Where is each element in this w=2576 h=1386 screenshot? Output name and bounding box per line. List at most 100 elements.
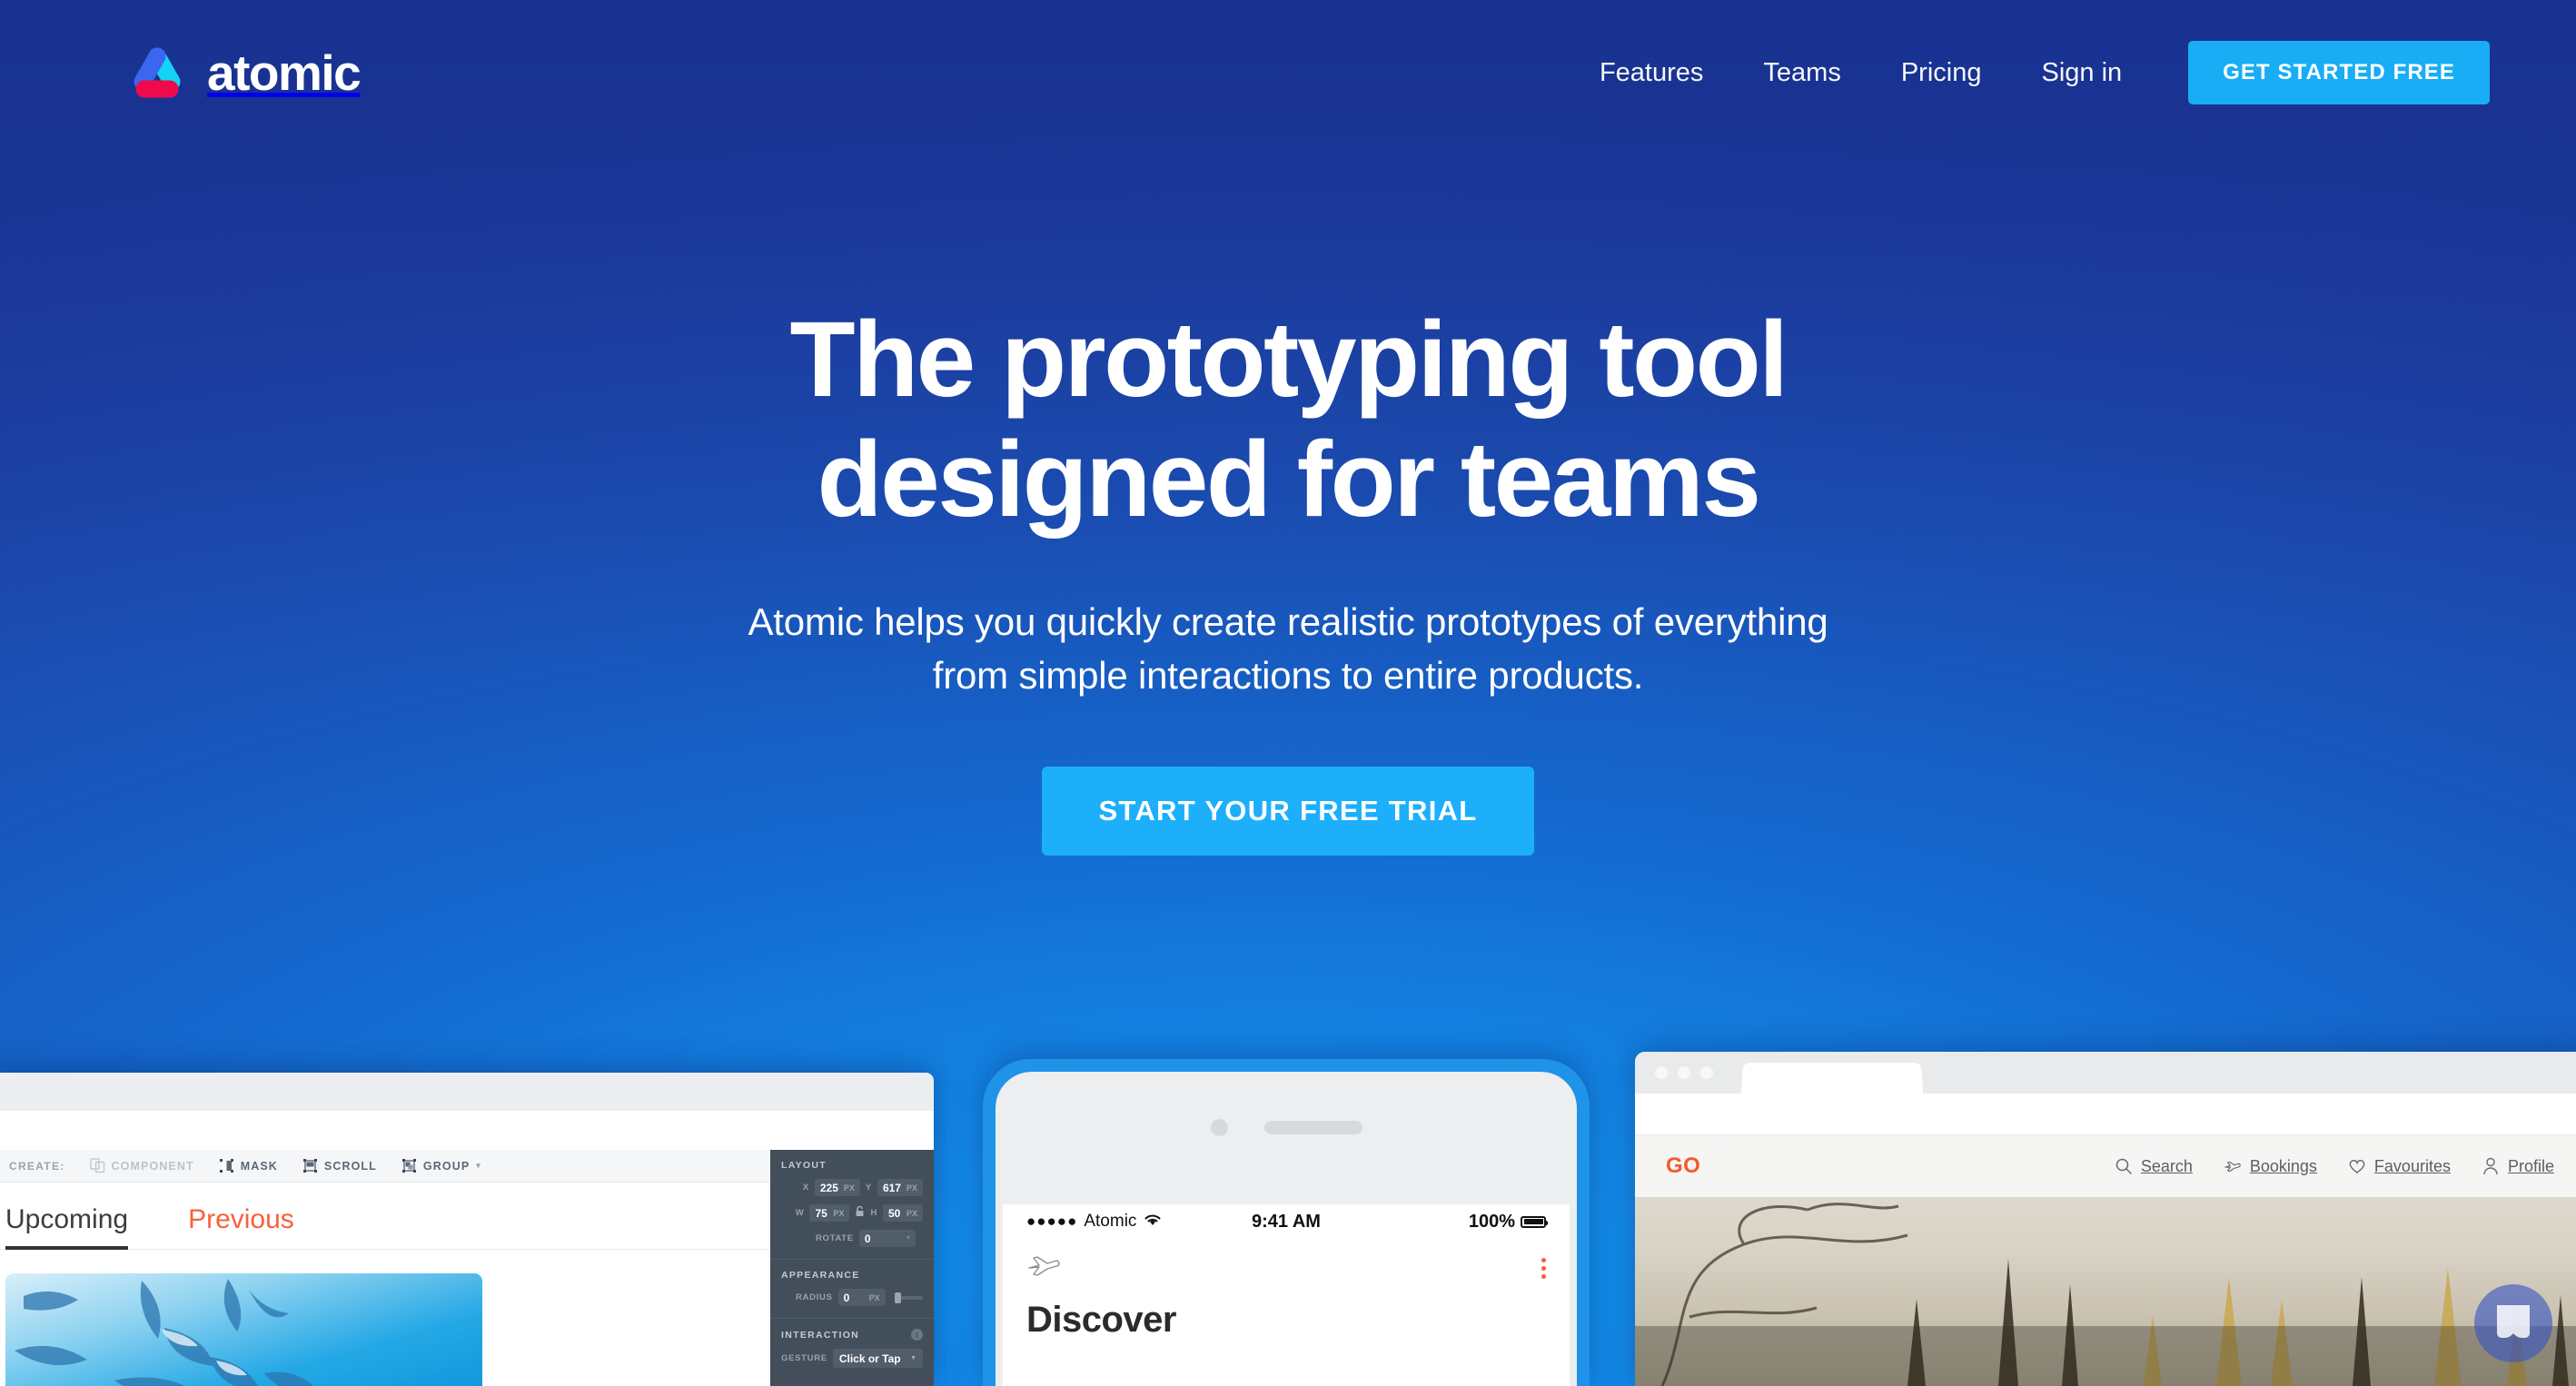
tab-upcoming[interactable]: Upcoming (5, 1204, 129, 1250)
primary-nav: Features Teams Pricing Sign in GET START… (1570, 41, 2490, 104)
chat-bubble-icon (2493, 1302, 2533, 1346)
radius-unit: PX (868, 1292, 880, 1302)
phone-sensors (996, 1072, 1577, 1136)
browser-url-bar[interactable] (0, 1111, 934, 1150)
chat-widget-button[interactable] (2474, 1284, 2552, 1362)
nav-bookings[interactable]: Bookings (2224, 1157, 2317, 1176)
phone-app-bar (1003, 1239, 1570, 1283)
phone-screen-title: Discover (1026, 1300, 1176, 1340)
w-input[interactable]: 75 PX (809, 1204, 850, 1222)
w-value: 75 (815, 1206, 827, 1220)
nav-bookings-label: Bookings (2249, 1156, 2317, 1175)
interaction-section-title: INTERACTION (781, 1329, 860, 1341)
radius-slider-knob[interactable] (894, 1292, 901, 1303)
browser-chrome-bar (1635, 1052, 2576, 1094)
phone-screen: ●●●●● Atomic 9:41 AM 100% Discover (1003, 1204, 1570, 1386)
subhead-line-2: from simple interactions to entire produ… (932, 654, 1644, 698)
atomic-triangle-logo-icon (127, 45, 187, 101)
y-unit: PX (906, 1183, 917, 1193)
info-icon[interactable]: i (911, 1329, 923, 1341)
nav-search-label: Search (2140, 1156, 2193, 1175)
battery-full-icon (1521, 1215, 1548, 1228)
nav-profile[interactable]: Profile (2482, 1157, 2554, 1176)
start-free-trial-button[interactable]: START YOUR FREE TRIAL (1042, 766, 1534, 856)
brand-logo-link[interactable]: atomic (127, 44, 362, 101)
product-showcase: CREATE: COMPONENT MASK SCROLL GROUP ▾ Up… (0, 1052, 2576, 1386)
nav-favourites[interactable]: Favourites (2348, 1157, 2451, 1176)
gesture-select[interactable]: Click or Tap ▼ (832, 1349, 923, 1368)
browser-chrome-bar (0, 1073, 934, 1111)
rotate-label: ROTATE (816, 1233, 854, 1243)
toolbar-scroll-button[interactable]: SCROLL (302, 1158, 377, 1173)
hero-subheading: Atomic helps you quickly create realisti… (0, 596, 2576, 703)
window-traffic-lights[interactable] (1655, 1066, 1713, 1079)
rotate-value: 0 (864, 1232, 871, 1245)
x-label: X (802, 1183, 809, 1193)
nav-link-teams[interactable]: Teams (1733, 58, 1870, 88)
travel-site-mockup: GO Search Bookings Favourites Profile (1635, 1052, 2576, 1386)
radius-slider[interactable] (894, 1292, 923, 1303)
toolbar-mask-button[interactable]: MASK (219, 1158, 278, 1173)
airplane-icon[interactable] (1026, 1253, 1063, 1283)
toolbar-group-label: GROUP (422, 1159, 471, 1173)
group-icon (401, 1158, 417, 1173)
x-input[interactable]: 225 PX (814, 1179, 860, 1196)
radius-input[interactable]: 0 PX (837, 1289, 886, 1306)
travel-site-page: GO Search Bookings Favourites Profile (1635, 1135, 2576, 1386)
gesture-value: Click or Tap (838, 1351, 901, 1365)
browser-tab[interactable] (1740, 1063, 1924, 1094)
nav-favourites-label: Favourites (2373, 1156, 2451, 1175)
y-label: Y (865, 1183, 872, 1193)
nav-search[interactable]: Search (2115, 1157, 2193, 1176)
gesture-label: GESTURE (781, 1353, 827, 1363)
link-lock-icon[interactable] (855, 1205, 865, 1222)
nav-link-pricing[interactable]: Pricing (1871, 58, 2012, 88)
rotate-input[interactable]: 0 ° (858, 1230, 916, 1247)
inspector-appearance-section: APPEARANCE RADIUS 0 PX (770, 1260, 934, 1319)
nav-profile-label: Profile (2507, 1156, 2554, 1175)
site-logo[interactable]: GO (1666, 1153, 1700, 1179)
y-value: 617 (882, 1181, 901, 1194)
h-label: H (870, 1208, 877, 1218)
page-title: The prototyping tool designed for teams (0, 300, 2576, 540)
chevron-down-icon[interactable]: ▾ (476, 1161, 481, 1171)
card-photo-dolphins[interactable] (5, 1273, 482, 1386)
appearance-section-title: APPEARANCE (781, 1270, 860, 1281)
properties-inspector: LAYOUT X 225 PX Y 617 PX W 75 PX H 50 PX… (770, 1150, 934, 1386)
h-unit: PX (906, 1208, 917, 1218)
status-time: 9:41 AM (1252, 1211, 1321, 1232)
nav-link-features[interactable]: Features (1570, 58, 1733, 88)
chevron-down-icon: ▼ (910, 1355, 916, 1361)
kebab-menu-icon[interactable] (1541, 1258, 1546, 1279)
y-input[interactable]: 617 PX (877, 1179, 923, 1196)
radius-label: RADIUS (796, 1292, 833, 1302)
phone-mockup: ●●●●● Atomic 9:41 AM 100% Discover (983, 1059, 1590, 1386)
person-icon (2482, 1157, 2500, 1175)
search-icon (2115, 1157, 2133, 1175)
mask-icon (219, 1158, 234, 1173)
subhead-line-1: Atomic helps you quickly create realisti… (748, 600, 1828, 644)
toolbar-component-button[interactable]: COMPONENT (89, 1158, 194, 1173)
layout-section-title: LAYOUT (781, 1160, 827, 1171)
x-value: 225 (819, 1181, 838, 1194)
toolbar-scroll-label: SCROLL (323, 1159, 377, 1173)
hero-section: atomic Features Teams Pricing Sign in GE… (0, 0, 2576, 1386)
design-tool-mockup: CREATE: COMPONENT MASK SCROLL GROUP ▾ Up… (0, 1073, 934, 1386)
radius-value: 0 (843, 1291, 850, 1304)
top-navigation-bar: atomic Features Teams Pricing Sign in GE… (0, 0, 2576, 145)
get-started-free-button[interactable]: GET STARTED FREE (2188, 41, 2490, 104)
tab-previous[interactable]: Previous (188, 1204, 294, 1249)
browser-url-bar[interactable] (1635, 1094, 2576, 1135)
h-input[interactable]: 50 PX (883, 1204, 923, 1222)
rotate-unit: ° (907, 1233, 910, 1243)
site-header-nav: GO Search Bookings Favourites Profile (1635, 1135, 2576, 1197)
toolbar-group-button[interactable]: GROUP ▾ (401, 1158, 481, 1173)
front-camera-icon (1210, 1119, 1228, 1136)
component-icon (89, 1158, 105, 1173)
nav-link-sign-in[interactable]: Sign in (2011, 58, 2152, 88)
heart-icon (2348, 1157, 2366, 1175)
w-unit: PX (833, 1208, 845, 1218)
brand-name: atomic (207, 44, 362, 101)
inspector-layout-section: LAYOUT X 225 PX Y 617 PX W 75 PX H 50 PX… (770, 1150, 934, 1260)
h-value: 50 (888, 1206, 901, 1220)
